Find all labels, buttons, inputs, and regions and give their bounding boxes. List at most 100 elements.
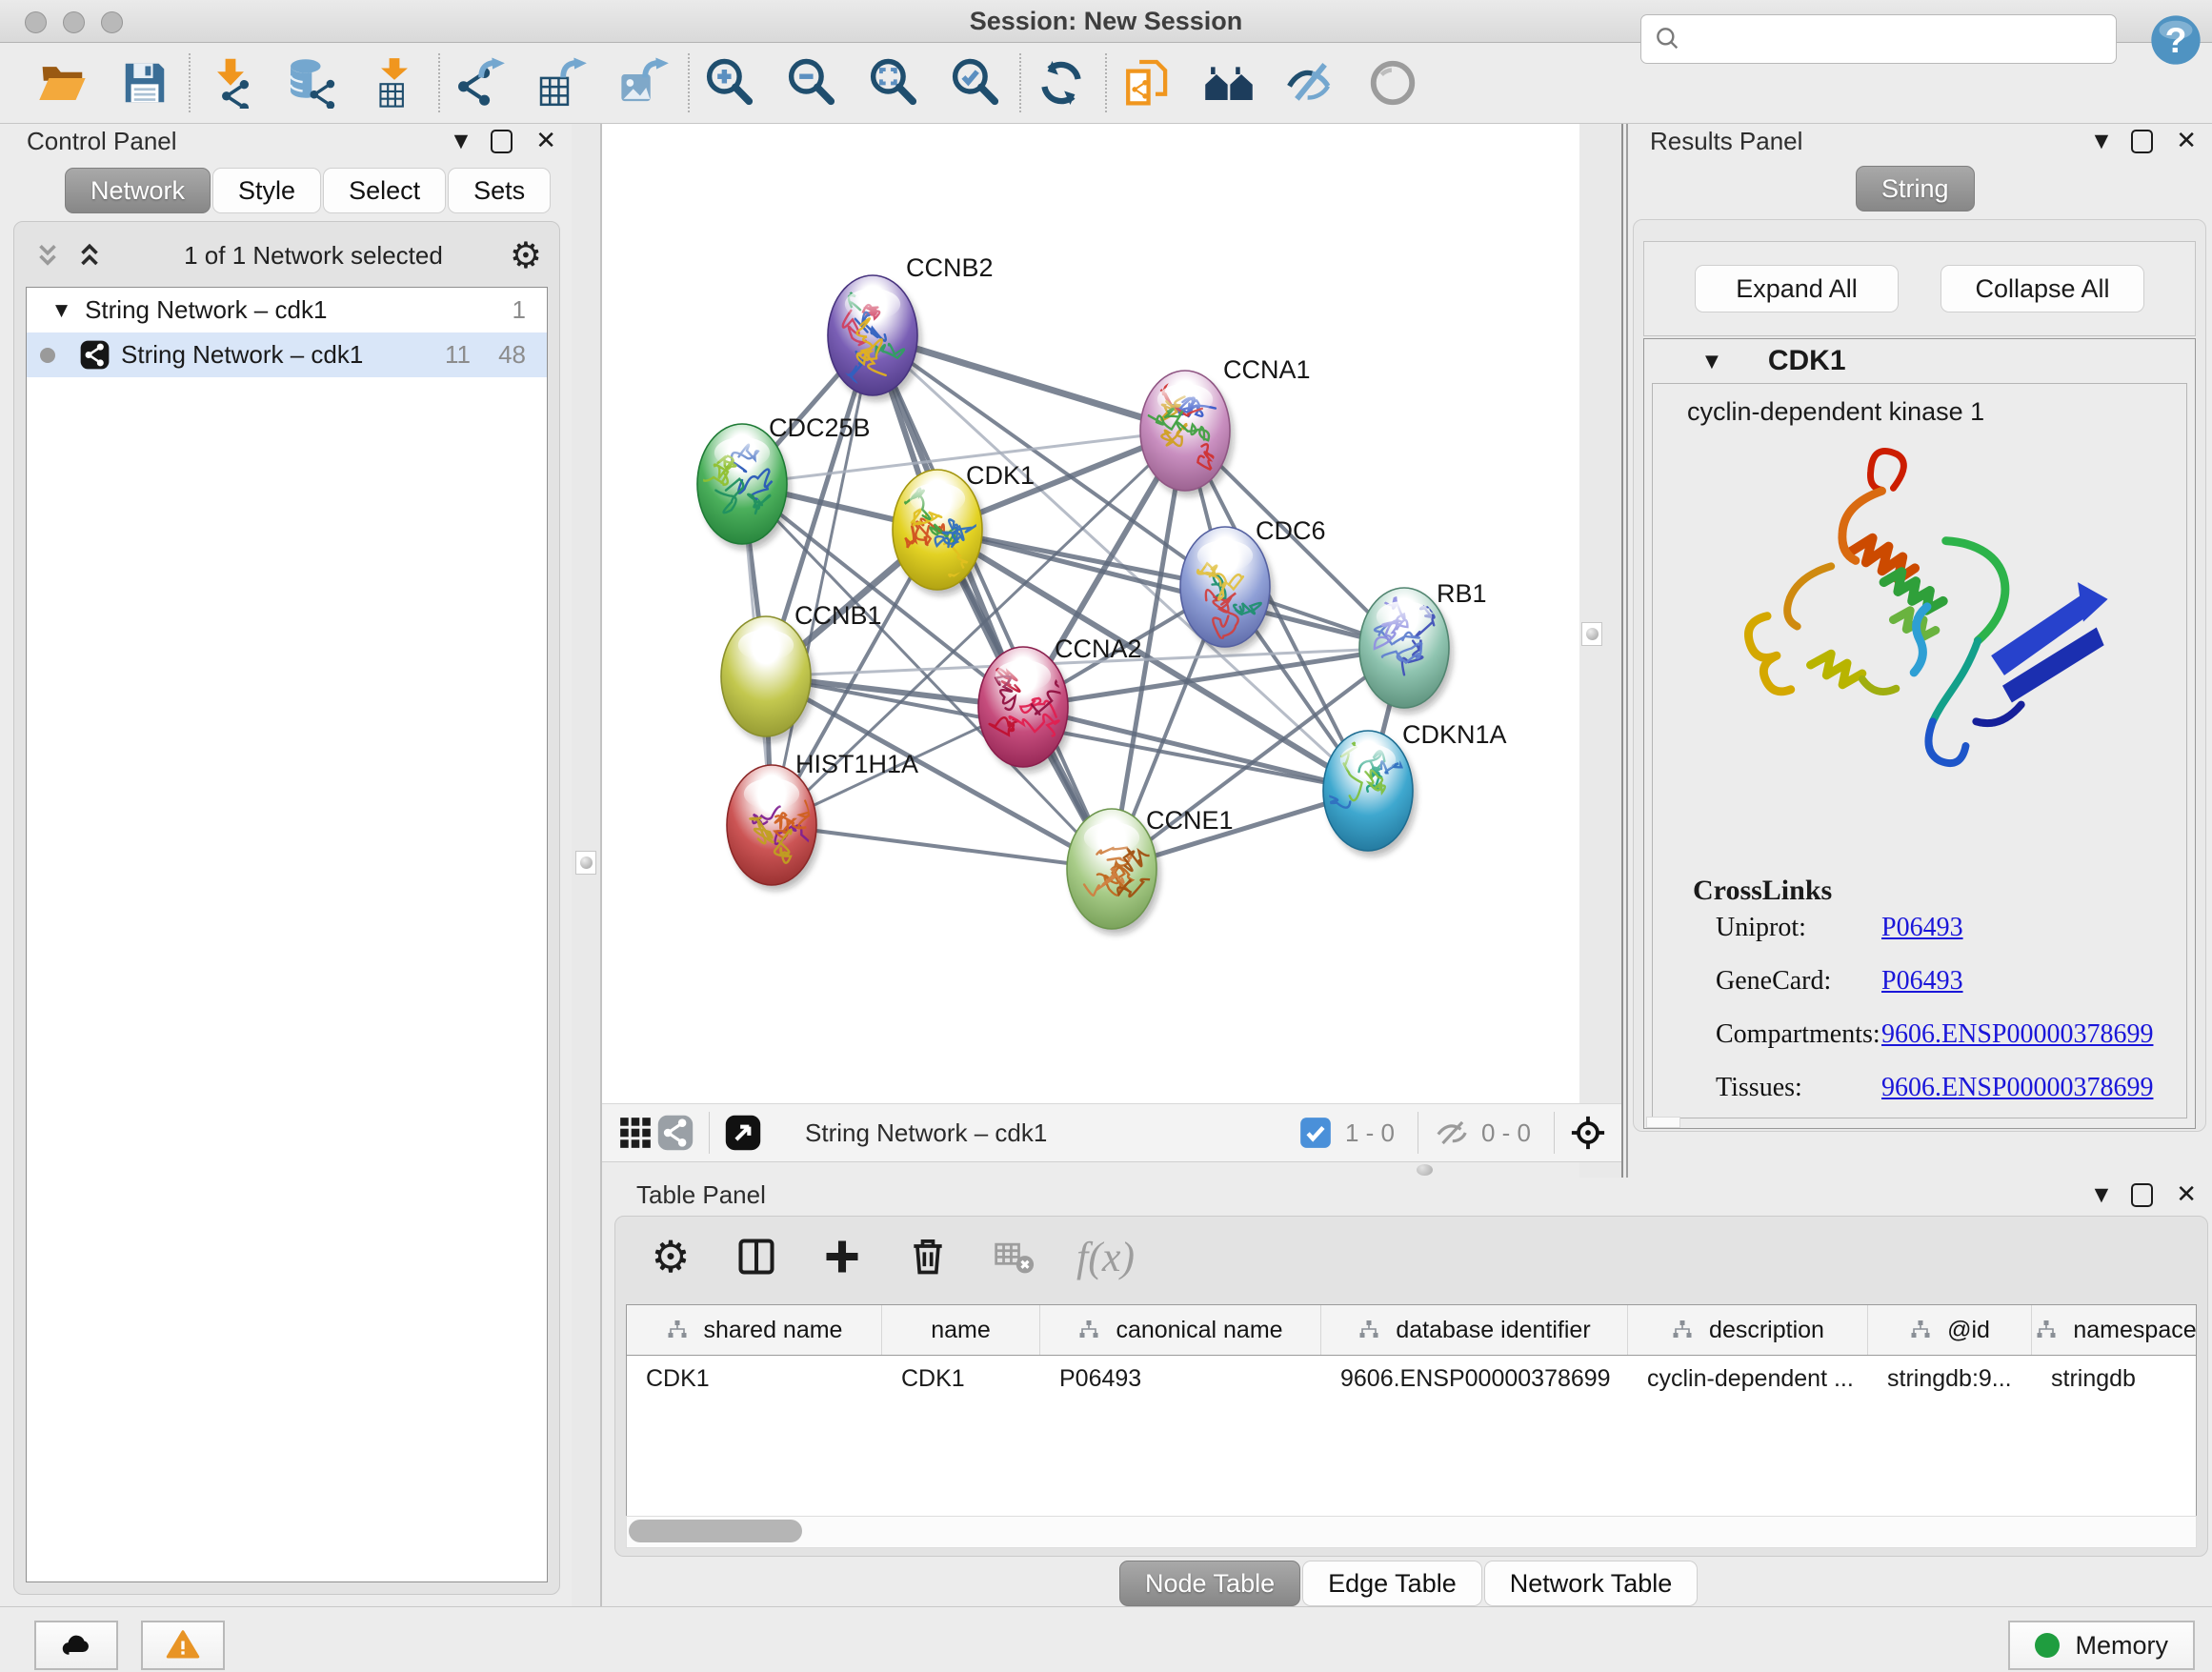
table-settings-gear-icon[interactable]: ⚙ bbox=[648, 1234, 694, 1279]
table-cell[interactable]: stringdb bbox=[2032, 1356, 2197, 1401]
table-horizontal-scrollbar[interactable] bbox=[626, 1516, 2197, 1548]
table-body[interactable]: CDK1CDK1P064939606.ENSP00000378699cyclin… bbox=[627, 1356, 2196, 1401]
zoom-out-icon[interactable] bbox=[785, 56, 838, 110]
tab-edge-table[interactable]: Edge Table bbox=[1302, 1561, 1482, 1606]
right-splitter[interactable] bbox=[1579, 124, 1621, 1178]
table-panel-float-icon[interactable] bbox=[2131, 1183, 2153, 1207]
network-collection-row[interactable]: ▼ String Network – cdk1 1 bbox=[27, 288, 547, 332]
gene-collapse-icon[interactable]: ▼ bbox=[1705, 352, 1719, 372]
table-panel-menu-icon[interactable]: ▼ bbox=[2095, 1186, 2109, 1204]
table-cell[interactable]: CDK1 bbox=[882, 1356, 1040, 1401]
horizontal-splitter-grip[interactable] bbox=[1417, 1164, 1433, 1176]
export-network-icon[interactable] bbox=[453, 56, 507, 110]
export-table-icon[interactable] bbox=[535, 56, 589, 110]
table-header-row[interactable]: shared namenamecanonical namedatabase id… bbox=[627, 1305, 2196, 1356]
minimize-window-icon[interactable] bbox=[63, 11, 85, 33]
table-row[interactable]: CDK1CDK1P064939606.ENSP00000378699cyclin… bbox=[627, 1356, 2196, 1401]
search-input[interactable] bbox=[1691, 17, 2116, 62]
column-header-@id[interactable]: @id bbox=[1868, 1305, 2032, 1355]
gene-section-header[interactable]: ▼ CDK1 bbox=[1644, 339, 2195, 383]
memory-button[interactable]: Memory bbox=[2008, 1621, 2195, 1670]
import-network-from-database-icon[interactable] bbox=[286, 56, 339, 110]
column-header-namespace[interactable]: namespace bbox=[2032, 1305, 2197, 1355]
column-header-database-identifier[interactable]: database identifier bbox=[1321, 1305, 1628, 1355]
node-HIST1H1A[interactable]: HIST1H1A bbox=[727, 750, 918, 891]
show-columns-icon[interactable] bbox=[734, 1234, 779, 1279]
crosslink-link[interactable]: P06493 bbox=[1881, 913, 1963, 943]
warnings-button[interactable] bbox=[141, 1621, 225, 1670]
table-cell[interactable]: CDK1 bbox=[627, 1356, 882, 1401]
tab-network[interactable]: Network bbox=[65, 168, 211, 213]
network-overview-icon[interactable] bbox=[1202, 56, 1256, 110]
zoom-fit-icon[interactable] bbox=[867, 56, 920, 110]
column-header-name[interactable]: name bbox=[882, 1305, 1040, 1355]
results-panel-float-icon[interactable] bbox=[2131, 130, 2153, 153]
node-CCNB2[interactable]: CCNB2 bbox=[823, 253, 993, 401]
import-network-from-file-icon[interactable] bbox=[204, 56, 257, 110]
table-cell[interactable]: cyclin-dependent ... bbox=[1628, 1356, 1868, 1401]
control-panel-float-icon[interactable] bbox=[491, 130, 513, 153]
node-CCNE1[interactable]: CCNE1 bbox=[1067, 806, 1234, 935]
tab-network-table[interactable]: Network Table bbox=[1484, 1561, 1699, 1606]
table-panel-close-icon[interactable]: ✕ bbox=[2176, 1182, 2197, 1207]
crosslink-link[interactable]: P06493 bbox=[1881, 966, 1963, 997]
control-panel-menu-icon[interactable]: ▼ bbox=[454, 132, 469, 151]
table-cell[interactable]: stringdb:9... bbox=[1868, 1356, 2032, 1401]
hide-selected-icon[interactable] bbox=[1284, 56, 1337, 110]
collapse-all-networks-icon[interactable] bbox=[33, 241, 62, 270]
save-session-icon[interactable] bbox=[118, 56, 171, 110]
search-box[interactable] bbox=[1640, 14, 2117, 64]
network-canvas[interactable]: CCNB2CCNA1CDC25BCDK1CDC6RB1CCNB1CCNA2CDK… bbox=[602, 124, 1579, 1103]
network-options-gear-icon[interactable]: ⚙ bbox=[510, 237, 542, 273]
zoom-in-icon[interactable] bbox=[703, 56, 756, 110]
delete-column-icon[interactable] bbox=[905, 1234, 951, 1279]
window-controls[interactable] bbox=[25, 11, 123, 33]
import-table-from-file-icon[interactable] bbox=[368, 56, 421, 110]
scrollbar-thumb[interactable] bbox=[629, 1520, 802, 1542]
node-RB1[interactable]: RB1 bbox=[1359, 579, 1487, 714]
left-splitter-grip[interactable] bbox=[575, 851, 596, 875]
show-hidden-icon[interactable] bbox=[1366, 56, 1419, 110]
tab-style[interactable]: Style bbox=[212, 168, 321, 213]
open-session-icon[interactable] bbox=[36, 56, 90, 110]
maximize-window-icon[interactable] bbox=[101, 11, 123, 33]
birds-eye-view-icon[interactable] bbox=[723, 1113, 763, 1153]
tab-string[interactable]: String bbox=[1856, 166, 1975, 212]
create-column-icon[interactable] bbox=[819, 1234, 865, 1279]
results-panel-menu-icon[interactable]: ▼ bbox=[2095, 132, 2109, 151]
tab-sets[interactable]: Sets bbox=[448, 168, 551, 213]
expand-all-button[interactable]: Expand All bbox=[1695, 265, 1899, 312]
crosslink-link[interactable]: 9606.ENSP00000378699 bbox=[1881, 1073, 2153, 1103]
results-panel-close-icon[interactable]: ✕ bbox=[2176, 129, 2197, 153]
clone-network-icon[interactable] bbox=[1120, 56, 1174, 110]
string-view-icon[interactable] bbox=[655, 1113, 695, 1153]
fit-content-crosshair-icon[interactable] bbox=[1568, 1113, 1608, 1153]
control-panel-close-icon[interactable]: ✕ bbox=[535, 129, 556, 153]
export-image-icon[interactable] bbox=[617, 56, 671, 110]
column-header-description[interactable]: description bbox=[1628, 1305, 1868, 1355]
network-row-selected[interactable]: String Network – cdk1 11 48 bbox=[27, 332, 547, 377]
expand-all-networks-icon[interactable] bbox=[75, 241, 104, 270]
table-cell[interactable]: 9606.ENSP00000378699 bbox=[1321, 1356, 1628, 1401]
close-window-icon[interactable] bbox=[25, 11, 47, 33]
column-header-canonical-name[interactable]: canonical name bbox=[1040, 1305, 1321, 1355]
node-CCNA1[interactable]: CCNA1 bbox=[1140, 355, 1311, 496]
column-header-shared-name[interactable]: shared name bbox=[627, 1305, 882, 1355]
grid-view-icon[interactable] bbox=[615, 1113, 655, 1153]
cloud-button[interactable] bbox=[34, 1621, 118, 1670]
node-CDKN1A[interactable]: CDKN1A bbox=[1305, 720, 1506, 856]
crosslink-link[interactable]: 9606.ENSP00000378699 bbox=[1881, 1019, 2153, 1050]
node-CDC6[interactable]: CDC6 bbox=[1180, 516, 1326, 653]
refresh-layout-icon[interactable] bbox=[1035, 56, 1088, 110]
selected-checkbox-icon[interactable] bbox=[1296, 1113, 1336, 1153]
zoom-selected-icon[interactable] bbox=[949, 56, 1002, 110]
node-CCNA2[interactable]: CCNA2 bbox=[978, 635, 1142, 773]
tab-select[interactable]: Select bbox=[323, 168, 446, 213]
table-cell[interactable]: P06493 bbox=[1040, 1356, 1321, 1401]
node-table[interactable]: shared namenamecanonical namedatabase id… bbox=[626, 1304, 2197, 1518]
right-splitter-grip[interactable] bbox=[1581, 622, 1602, 646]
collection-expand-icon[interactable]: ▼ bbox=[55, 301, 68, 320]
collapse-all-button[interactable]: Collapse All bbox=[1941, 265, 2144, 312]
help-button[interactable]: ? bbox=[2149, 13, 2202, 67]
tab-node-table[interactable]: Node Table bbox=[1119, 1561, 1300, 1606]
